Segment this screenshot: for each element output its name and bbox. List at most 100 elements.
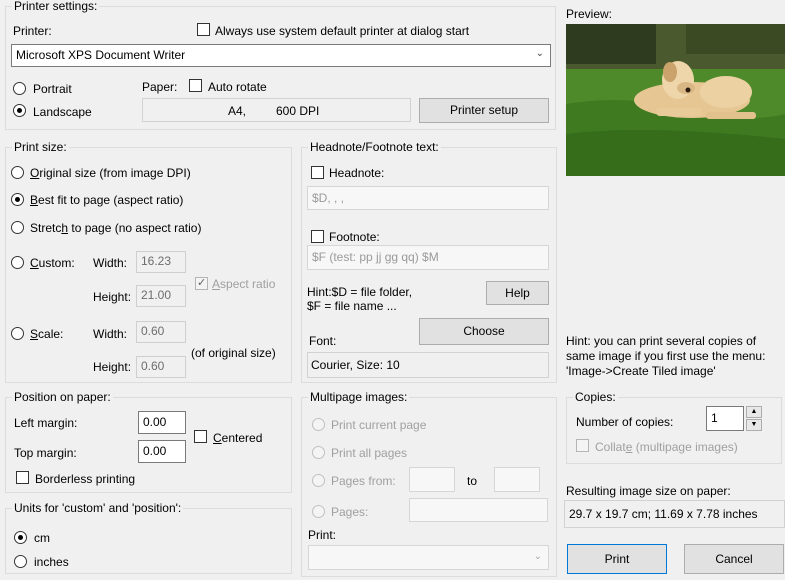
- printer-select-value: Microsoft XPS Document Writer: [16, 48, 186, 62]
- printer-select[interactable]: Microsoft XPS Document Writer ⌄: [11, 44, 551, 67]
- paper-size-value: A4,: [228, 104, 247, 118]
- aspect-ratio-label: Aspect ratio: [212, 277, 276, 291]
- print-current-page-label: Print current page: [331, 418, 427, 432]
- footnote-input[interactable]: $F (test: pp jj gg qq) $M: [307, 245, 549, 270]
- portrait-radio[interactable]: [13, 82, 26, 95]
- custom-radio[interactable]: [11, 256, 24, 269]
- custom-width-input[interactable]: 16.23: [136, 251, 186, 273]
- print-mode-select[interactable]: ⌄: [308, 545, 549, 570]
- font-label: Font:: [309, 334, 337, 348]
- headnote-label: Headnote:: [329, 166, 385, 180]
- pages-from-label: Pages from:: [331, 474, 396, 488]
- position-title: Position on paper:: [12, 390, 113, 404]
- custom-height-input[interactable]: 21.00: [136, 285, 186, 307]
- checkmark-icon: ✓: [197, 277, 207, 289]
- tiled-hint-line2: same image if you first use the menu:: [566, 349, 766, 363]
- pages-to-label: to: [467, 474, 478, 488]
- multipage-title: Multipage images:: [308, 390, 410, 404]
- best-fit-radio[interactable]: [11, 193, 24, 206]
- aspect-ratio-checkbox[interactable]: ✓: [195, 277, 208, 290]
- pages-radio[interactable]: [312, 505, 325, 518]
- pages-to-input[interactable]: [494, 467, 540, 492]
- pages-input[interactable]: [409, 498, 548, 522]
- scale-width-label: Width:: [93, 327, 128, 341]
- number-of-copies-label: Number of copies:: [576, 415, 674, 429]
- inches-radio[interactable]: [14, 555, 27, 568]
- auto-rotate-label: Auto rotate: [208, 80, 267, 94]
- pages-from-input[interactable]: [409, 467, 455, 492]
- custom-width-label: Width:: [93, 256, 128, 270]
- borderless-label: Borderless printing: [35, 472, 136, 486]
- cancel-button[interactable]: Cancel: [684, 544, 784, 574]
- scale-radio[interactable]: [11, 327, 24, 340]
- copies-spinner[interactable]: ▲ ▼: [746, 406, 762, 431]
- preview-image: [566, 24, 785, 176]
- print-size-title: Print size:: [12, 140, 69, 154]
- portrait-label: Portrait: [33, 82, 72, 96]
- paper-dpi-value: 600 DPI: [276, 104, 320, 118]
- auto-rotate-checkbox[interactable]: [189, 79, 202, 92]
- headnote-checkbox[interactable]: [311, 166, 324, 179]
- resulting-size-title: Resulting image size on paper:: [566, 484, 731, 498]
- original-size-label: Original size (from image DPI): [30, 166, 191, 180]
- spin-down-icon[interactable]: ▼: [746, 419, 762, 431]
- best-fit-label: Best fit to page (aspect ratio): [30, 193, 184, 207]
- left-margin-input[interactable]: 0.00: [138, 411, 186, 434]
- spin-up-icon[interactable]: ▲: [746, 406, 762, 418]
- left-margin-label: Left margin:: [14, 416, 78, 430]
- collate-checkbox[interactable]: [576, 439, 589, 452]
- copies-title: Copies:: [573, 390, 618, 404]
- printer-setup-button[interactable]: Printer setup: [419, 98, 549, 123]
- print-mode-label: Print:: [308, 528, 337, 542]
- scale-height-input[interactable]: 0.60: [136, 356, 186, 378]
- headnote-hint-line1: Hint:$D = file folder,: [307, 285, 413, 299]
- footnote-checkbox[interactable]: [311, 230, 324, 243]
- custom-label: Custom:: [30, 256, 75, 270]
- landscape-radio[interactable]: [13, 104, 26, 117]
- print-all-pages-label: Print all pages: [331, 446, 408, 460]
- tiled-hint-line3: 'Image->Create Tiled image': [566, 364, 716, 378]
- top-margin-label: Top margin:: [14, 446, 77, 460]
- headnote-input[interactable]: $D, , ,: [307, 186, 549, 210]
- scale-height-label: Height:: [93, 360, 132, 374]
- stretch-radio[interactable]: [11, 221, 24, 234]
- tiled-hint-line1: Hint: you can print several copies of: [566, 334, 757, 348]
- centered-checkbox[interactable]: [194, 430, 207, 443]
- headnote-hint-line2: $F = file name ...: [307, 299, 397, 313]
- help-button[interactable]: Help: [486, 281, 549, 305]
- chevron-down-icon: ⌄: [533, 551, 542, 562]
- scale-width-input[interactable]: 0.60: [136, 321, 186, 343]
- inches-label: inches: [34, 555, 69, 569]
- choose-font-button[interactable]: Choose: [419, 318, 549, 345]
- cm-radio[interactable]: [14, 531, 27, 544]
- preview-title: Preview:: [566, 7, 613, 21]
- headnote-footnote-title: Headnote/Footnote text:: [308, 140, 441, 154]
- landscape-label: Landscape: [33, 105, 92, 119]
- font-value: Courier, Size: 10: [311, 358, 400, 372]
- scale-label: Scale:: [30, 327, 64, 341]
- custom-height-label: Height:: [93, 290, 132, 304]
- pages-from-radio[interactable]: [312, 474, 325, 487]
- resulting-size-value: 29.7 x 19.7 cm; 11.69 x 7.78 inches: [569, 507, 758, 521]
- copies-input[interactable]: 1: [706, 406, 744, 431]
- paper-label: Paper:: [142, 80, 178, 94]
- units-title: Units for 'custom' and 'position':: [12, 501, 184, 515]
- cm-label: cm: [34, 531, 50, 545]
- print-all-pages-radio[interactable]: [312, 446, 325, 459]
- printer-settings-title: Printer settings:: [12, 0, 100, 13]
- stretch-label: Stretch to page (no aspect ratio): [30, 221, 202, 235]
- original-size-radio[interactable]: [11, 166, 24, 179]
- of-original-size-label: (of original size): [191, 346, 276, 360]
- borderless-checkbox[interactable]: [16, 471, 29, 484]
- print-button[interactable]: Print: [567, 544, 667, 574]
- print-current-page-radio[interactable]: [312, 418, 325, 431]
- printer-label: Printer:: [13, 24, 52, 38]
- footnote-label: Footnote:: [329, 230, 380, 244]
- always-default-printer-checkbox[interactable]: [197, 23, 210, 36]
- always-default-printer-label: Always use system default printer at dia…: [215, 24, 470, 38]
- pages-label: Pages:: [331, 505, 369, 519]
- top-margin-input[interactable]: 0.00: [138, 440, 186, 463]
- centered-label: Centered: [213, 431, 263, 445]
- chevron-down-icon: ⌄: [535, 48, 544, 59]
- collate-label: Collate (multipage images): [595, 440, 738, 454]
